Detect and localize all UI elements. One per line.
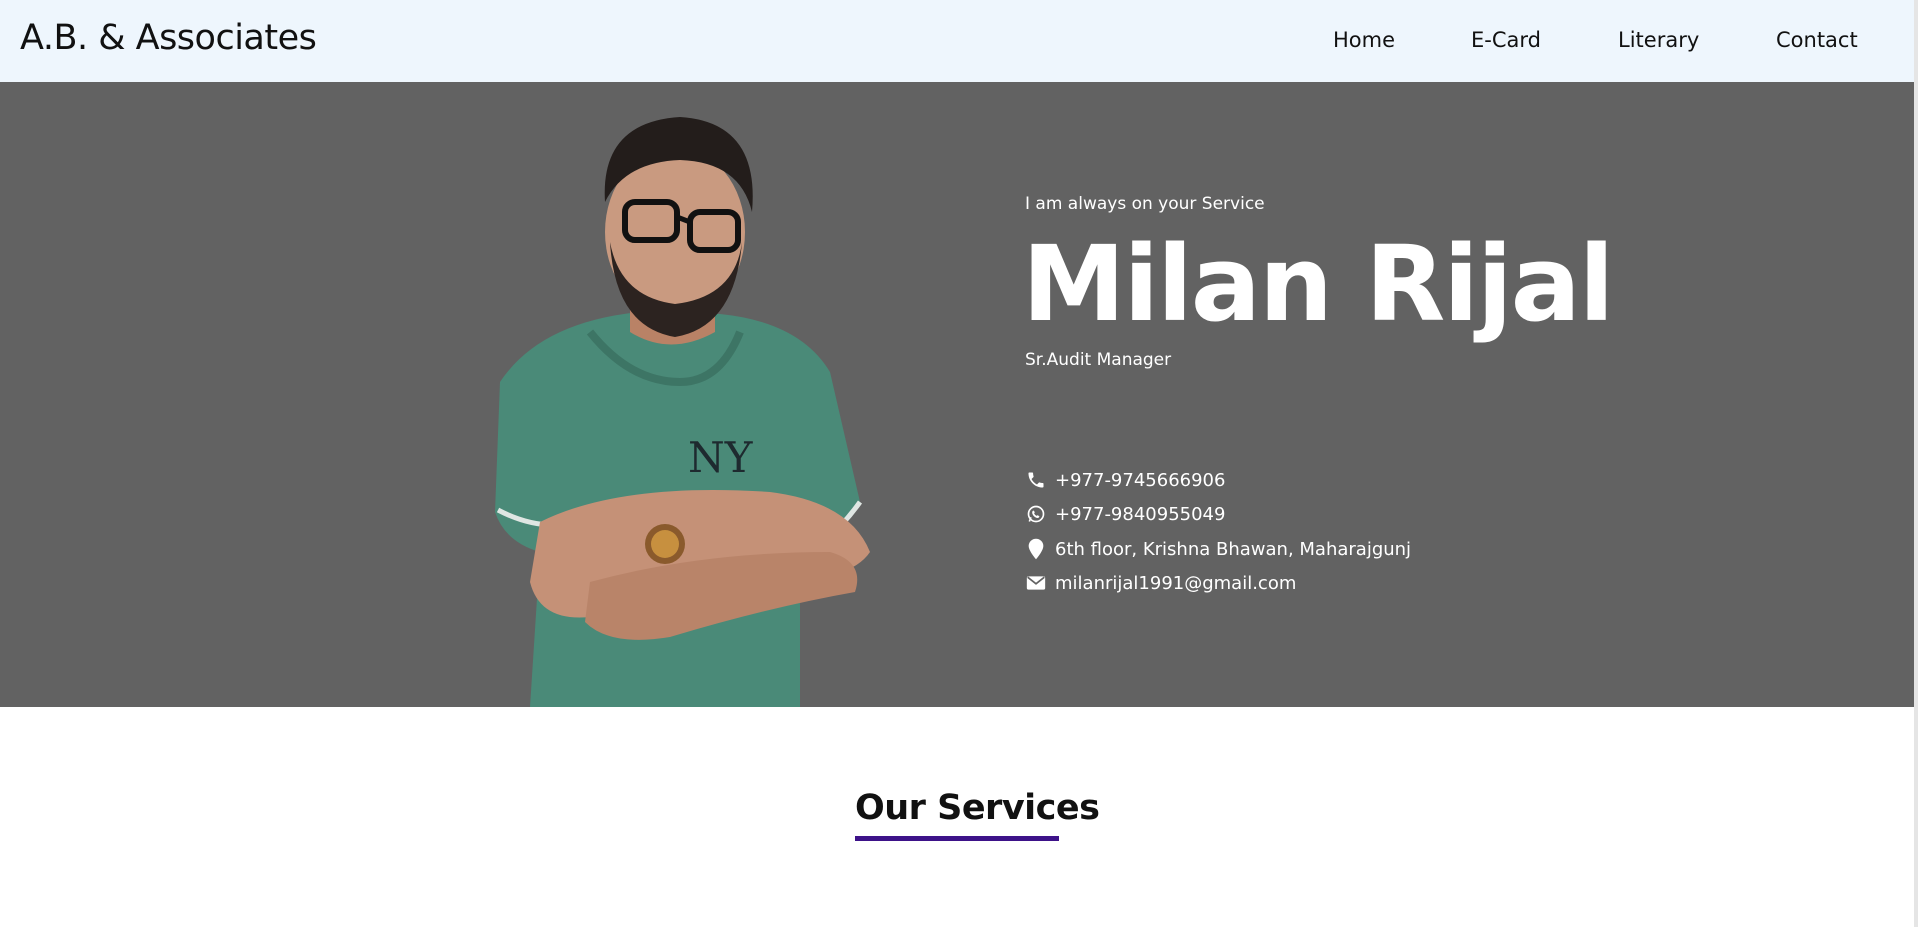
- envelope-icon: [1025, 572, 1047, 594]
- contact-phone-text: +977-9745666906: [1055, 469, 1226, 491]
- services-underline: [855, 836, 1059, 841]
- contact-whatsapp[interactable]: +977-9840955049: [1025, 503, 1225, 525]
- profile-photo: NY: [495, 117, 870, 707]
- nav-ecard-link[interactable]: E-Card: [1471, 28, 1541, 52]
- map-pin-icon: [1025, 538, 1047, 560]
- page-scrollbar[interactable]: [1914, 0, 1918, 927]
- hero-role: Sr.Audit Manager: [1025, 350, 1172, 370]
- navbar: A.B. & Associates Home E-Card Literary C…: [0, 0, 1914, 82]
- contact-whatsapp-text: +977-9840955049: [1055, 503, 1226, 525]
- contact-phone[interactable]: +977-9745666906: [1025, 469, 1225, 491]
- hero-tagline: I am always on your Service: [1025, 194, 1265, 214]
- whatsapp-icon: [1025, 503, 1047, 525]
- nav-literary-link[interactable]: Literary: [1618, 28, 1699, 52]
- brand-logo[interactable]: A.B. & Associates: [20, 18, 317, 58]
- contact-address: 6th floor, Krishna Bhawan, Maharajgunj: [1025, 538, 1411, 560]
- services-heading: Our Services: [855, 788, 1100, 828]
- contact-email[interactable]: milanrijal1991@gmail.com: [1025, 572, 1296, 594]
- hero-name: Milan Rijal: [1022, 223, 1614, 345]
- phone-icon: [1025, 469, 1047, 491]
- nav-contact-link[interactable]: Contact: [1776, 28, 1858, 52]
- contact-address-text: 6th floor, Krishna Bhawan, Maharajgunj: [1055, 538, 1412, 560]
- hero-section: NY I am always on your Service Milan Rij…: [0, 82, 1914, 707]
- nav-home-link[interactable]: Home: [1333, 28, 1395, 52]
- svg-text:NY: NY: [688, 433, 754, 482]
- contact-email-text: milanrijal1991@gmail.com: [1055, 572, 1297, 594]
